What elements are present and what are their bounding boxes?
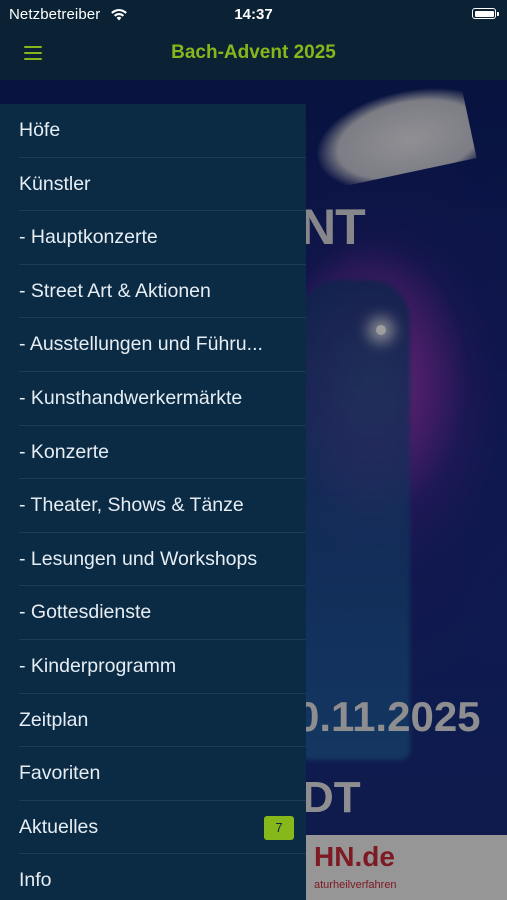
side-drawer-menu: Höfe Künstler - Hauptkonzerte - Street A…	[0, 104, 306, 900]
menu-item-favoriten[interactable]: Favoriten	[0, 747, 306, 801]
menu-item-label: - Kinderprogramm	[19, 654, 177, 677]
menu-item-label: - Lesungen und Workshops	[19, 547, 258, 570]
menu-item-street-art[interactable]: - Street Art & Aktionen	[0, 265, 306, 319]
menu-item-theater[interactable]: - Theater, Shows & Tänze	[0, 479, 306, 533]
unread-count-badge: 7	[264, 815, 294, 840]
battery-icon	[472, 8, 499, 19]
menu-item-hoefe[interactable]: Höfe	[0, 104, 306, 158]
menu-item-lesungen[interactable]: - Lesungen und Workshops	[0, 533, 306, 587]
menu-item-label: Info	[19, 869, 52, 892]
menu-item-label: - Konzerte	[19, 440, 109, 463]
menu-item-kunsthandwerkermaerkte[interactable]: - Kunsthandwerkermärkte	[0, 372, 306, 426]
menu-item-label: - Ausstellungen und Führu...	[19, 333, 263, 356]
menu-item-konzerte[interactable]: - Konzerte	[0, 426, 306, 480]
main-content: NT 0.11.2025 DT HN.de aturheilverfahren …	[0, 80, 507, 900]
menu-item-zeitplan[interactable]: Zeitplan	[0, 694, 306, 748]
menu-item-label: Aktuelles	[19, 815, 99, 838]
menu-item-gottesdienste[interactable]: - Gottesdienste	[0, 586, 306, 640]
menu-item-ausstellungen[interactable]: - Ausstellungen und Führu...	[0, 318, 306, 372]
navigation-bar: Bach-Advent 2025	[0, 30, 507, 80]
app-title: Bach-Advent 2025	[171, 42, 336, 63]
menu-item-label: Höfe	[19, 119, 61, 141]
menu-item-label: - Kunsthandwerkermärkte	[19, 386, 243, 409]
menu-item-label: - Theater, Shows & Tänze	[19, 494, 244, 517]
menu-item-kuenstler[interactable]: Künstler	[0, 158, 306, 212]
menu-item-label: - Hauptkonzerte	[19, 226, 158, 249]
menu-item-info[interactable]: Info	[0, 854, 306, 900]
menu-item-label: - Street Art & Aktionen	[19, 279, 211, 302]
menu-item-label: Favoriten	[19, 762, 101, 785]
menu-item-hauptkonzerte[interactable]: - Hauptkonzerte	[0, 211, 306, 265]
menu-item-label: Künstler	[19, 172, 91, 195]
menu-item-kinderprogramm[interactable]: - Kinderprogramm	[0, 640, 306, 694]
menu-item-aktuelles[interactable]: Aktuelles 7	[0, 801, 306, 855]
menu-item-label: Zeitplan	[19, 708, 89, 731]
menu-item-label: - Gottesdienste	[19, 601, 152, 624]
status-time: 14:37	[234, 6, 273, 23]
status-bar: Netzbetreiber 14:37	[0, 0, 507, 30]
